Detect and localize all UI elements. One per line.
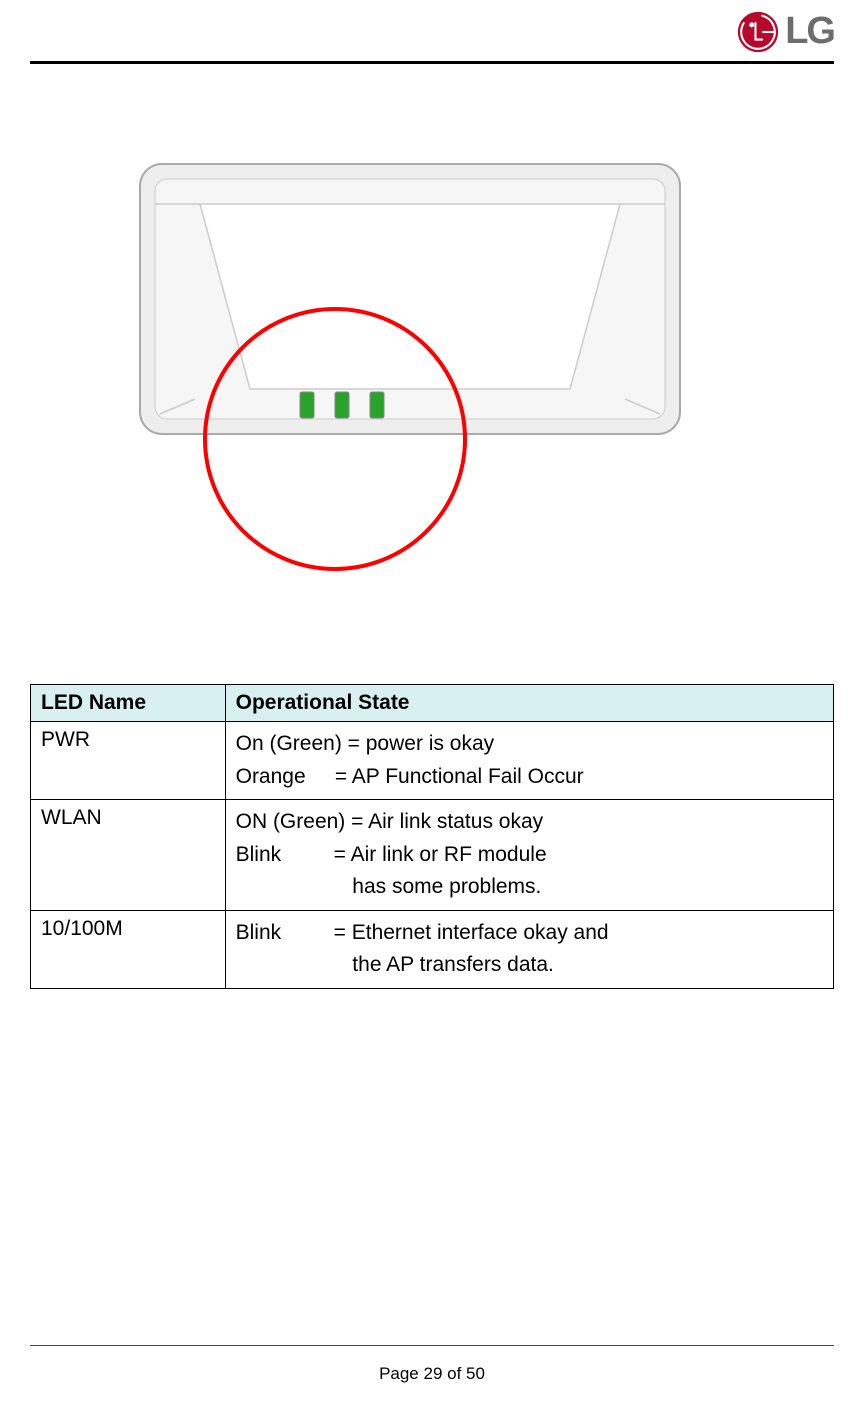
lg-logo: LG <box>737 10 834 53</box>
led-name-cell: 10/100M <box>31 910 226 988</box>
lg-logo-text: LG <box>785 10 834 53</box>
operational-state-cell: ON (Green) = Air link status okay Blink … <box>225 800 833 911</box>
led-name-cell: WLAN <box>31 800 226 911</box>
table-row: PWR On (Green) = power is okay Orange = … <box>31 722 834 800</box>
device-diagram <box>120 144 700 584</box>
table-row: 10/100M Blink = Ethernet interface okay … <box>31 910 834 988</box>
operational-state-cell: On (Green) = power is okay Orange = AP F… <box>225 722 833 800</box>
page-footer: Page 29 of 50 <box>30 1345 834 1414</box>
table-row: WLAN ON (Green) = Air link status okay B… <box>31 800 834 911</box>
page-header: LG <box>30 0 834 64</box>
operational-state-cell: Blink = Ethernet interface okay and the … <box>225 910 833 988</box>
lg-logo-icon <box>737 11 779 53</box>
led-name-cell: PWR <box>31 722 226 800</box>
table-header-operational-state: Operational State <box>225 685 833 722</box>
page-number: Page 29 of 50 <box>379 1364 485 1383</box>
led-table: LED Name Operational State PWR On (Green… <box>30 684 834 989</box>
table-header-led-name: LED Name <box>31 685 226 722</box>
